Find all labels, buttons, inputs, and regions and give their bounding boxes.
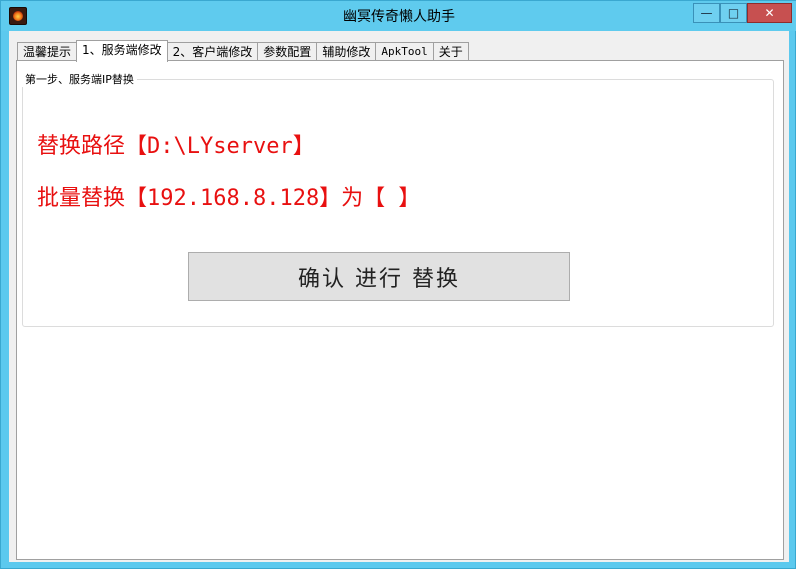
app-window: 幽冥传奇懒人助手 — □ ✕ 温馨提示 1、服务端修改 2、客户端修改 参数配置… bbox=[0, 0, 796, 569]
ip-replace-group: 替换路径【D:\LYserver】 批量替换【192.168.8.128】为【 … bbox=[22, 79, 774, 327]
group-legend: 第一步、服务端IP替换 bbox=[22, 71, 137, 87]
replace-path-label: 替换路径【D:\LYserver】 bbox=[37, 134, 315, 159]
tab-apktool[interactable]: ApkTool bbox=[375, 42, 434, 61]
tab-about[interactable]: 关于 bbox=[432, 42, 469, 61]
tab-tips[interactable]: 温馨提示 bbox=[17, 42, 78, 61]
tab-panel: 替换路径【D:\LYserver】 批量替换【192.168.8.128】为【 … bbox=[16, 60, 784, 560]
confirm-replace-button[interactable]: 确认 进行 替换 bbox=[188, 252, 570, 301]
minimize-button[interactable]: — bbox=[693, 3, 720, 23]
tab-param-config[interactable]: 参数配置 bbox=[257, 42, 318, 61]
tab-assist-modify[interactable]: 辅助修改 bbox=[316, 42, 377, 61]
tab-client-modify[interactable]: 2、客户端修改 bbox=[166, 42, 259, 61]
client-area: 温馨提示 1、服务端修改 2、客户端修改 参数配置 辅助修改 ApkTool 关… bbox=[9, 31, 789, 562]
maximize-button[interactable]: □ bbox=[720, 3, 747, 23]
window-title: 幽冥传奇懒人助手 bbox=[343, 9, 455, 25]
tab-server-modify[interactable]: 1、服务端修改 bbox=[76, 40, 168, 62]
title-bar[interactable]: 幽冥传奇懒人助手 — □ ✕ bbox=[1, 1, 796, 31]
tab-strip: 温馨提示 1、服务端修改 2、客户端修改 参数配置 辅助修改 ApkTool 关… bbox=[17, 40, 469, 62]
close-button[interactable]: ✕ bbox=[747, 3, 792, 23]
batch-replace-label: 批量替换【192.168.8.128】为【 】 bbox=[37, 186, 421, 211]
